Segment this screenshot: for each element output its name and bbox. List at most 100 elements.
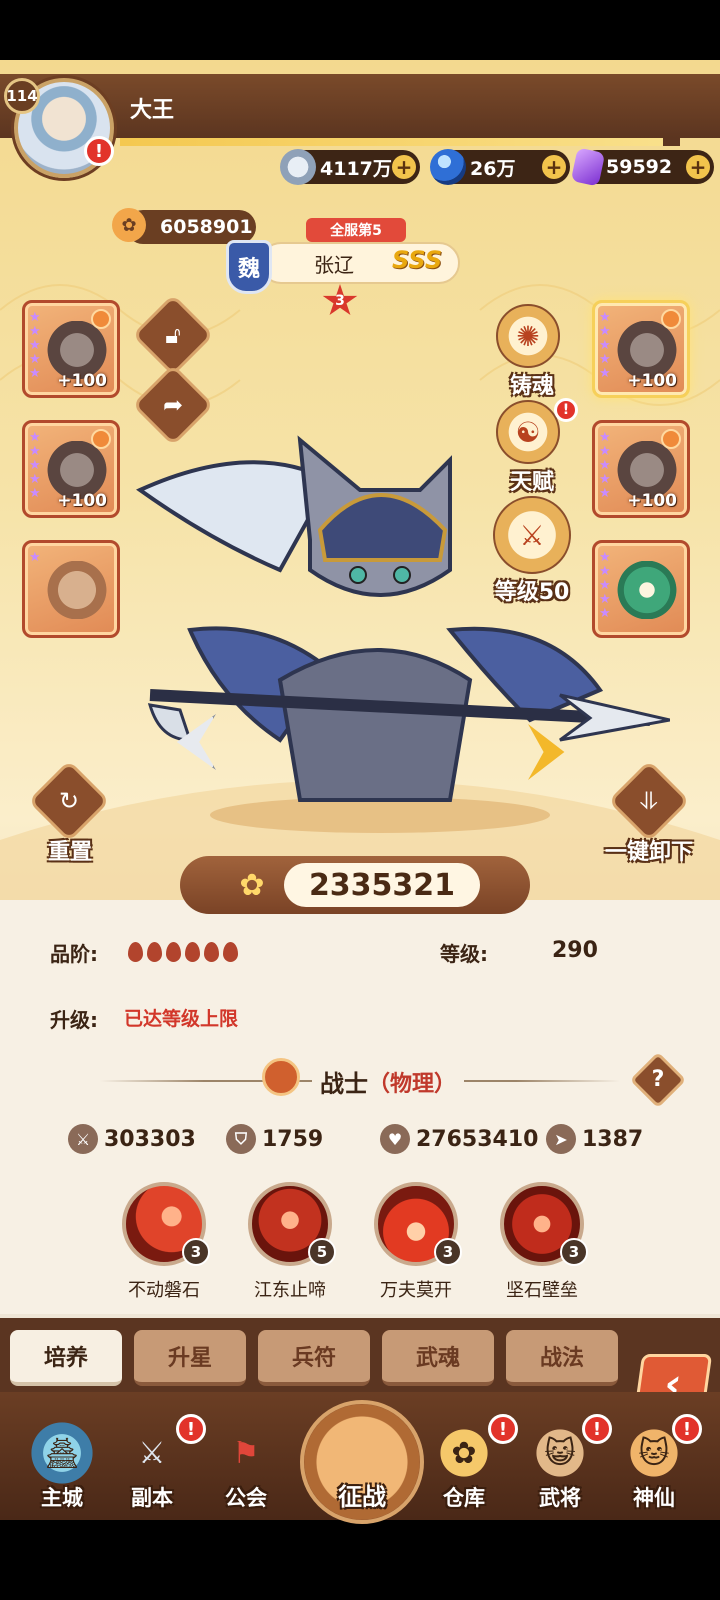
unequip-label: 一键卸下: [604, 840, 693, 865]
stat-attack: ⚔ 303303: [68, 1124, 196, 1154]
slot-stars: ★ ★ ★ ★ ★: [29, 310, 41, 381]
stat-hp: ♥ 27653410: [380, 1124, 538, 1154]
nav-label: 征战: [338, 1483, 386, 1511]
tab-cultivate[interactable]: 培养: [10, 1330, 122, 1386]
nav-campaign[interactable]: 征战: [300, 1400, 424, 1524]
slot-stars: ★ ★ ★ ★ ★: [599, 310, 611, 381]
skill-level: 3: [560, 1238, 588, 1266]
nav-label: 副本: [131, 1486, 173, 1510]
speed-value: 1387: [582, 1126, 644, 1152]
quality-label: 品阶:: [50, 942, 98, 966]
level-value: 290: [552, 938, 598, 963]
reset-button[interactable]: ↻ 重置: [27, 759, 112, 866]
equip-slot-right-1[interactable]: ★ ★ ★ ★ ★ +100: [592, 300, 690, 398]
skill-1[interactable]: 3: [122, 1182, 210, 1266]
add-coin-button[interactable]: +: [392, 155, 416, 179]
slot-badge-icon: [91, 429, 111, 449]
stat-defense: ⛉ 1759: [226, 1124, 323, 1154]
quality-pips: [128, 942, 238, 962]
slot-badge-icon: [661, 309, 681, 329]
reset-label: 重置: [47, 840, 92, 865]
tab-star-up[interactable]: 升星: [134, 1330, 246, 1386]
orb-icon: [430, 149, 466, 185]
hp-value: 27653410: [416, 1126, 539, 1152]
hero-grade: SSS: [392, 246, 443, 274]
paw-icon: ✿: [239, 867, 265, 903]
slot-stars: ★ ★ ★ ★ ★: [29, 430, 41, 501]
skill-1-name: 不动磐石: [128, 1280, 200, 1301]
crystal-value: 59592: [606, 156, 673, 178]
crystal-icon: [570, 147, 606, 187]
upgrade-label: 升级:: [50, 1008, 98, 1032]
level-label: 等级:: [440, 942, 488, 966]
warrior-class-icon: [262, 1058, 300, 1096]
flag-icon: ⚑: [232, 1435, 260, 1471]
attack-icon: ⚔: [68, 1124, 98, 1154]
equip-slot-left-1[interactable]: ★ ★ ★ ★ ★ +100: [22, 300, 120, 398]
unequip-icon: ⥥: [607, 759, 691, 843]
slot-stars: ★: [29, 550, 41, 565]
slot-badge-icon: [91, 309, 111, 329]
server-rank-tag: 全服第5: [306, 218, 406, 242]
stat-speed: ➤ 1387: [546, 1124, 643, 1154]
talent-alert-icon: !: [554, 398, 578, 422]
soul-cast-icon: ✺: [496, 304, 560, 368]
defense-value: 1759: [262, 1126, 324, 1152]
soul-cast-button[interactable]: ✺ 铸魂: [496, 304, 568, 400]
immortal-alert-icon: !: [672, 1414, 702, 1444]
defense-icon: ⛉: [226, 1124, 256, 1154]
skill-3[interactable]: 3: [374, 1182, 462, 1266]
exp-bar-fill: [120, 138, 664, 146]
coin-value: 4117万: [320, 157, 392, 180]
nav-label: 主城: [41, 1486, 83, 1510]
tab-tactics[interactable]: 战法: [506, 1330, 618, 1386]
add-crystal-button[interactable]: +: [686, 155, 710, 179]
generals-alert-icon: !: [582, 1414, 612, 1444]
nav-label: 公会: [225, 1486, 267, 1510]
nav-label: 武将: [539, 1486, 581, 1510]
quality-pip-icon: [223, 942, 238, 962]
quality-pip-icon: [166, 942, 181, 962]
skill-level: 3: [182, 1238, 210, 1266]
equip-slot-left-3[interactable]: ★: [22, 540, 120, 638]
skill-level: 5: [308, 1238, 336, 1266]
add-orb-button[interactable]: +: [542, 155, 566, 179]
hero-info-panel: [0, 900, 720, 1314]
coin-icon: [280, 149, 316, 185]
hero-name: 张辽: [314, 252, 354, 277]
class-name: 战士: [320, 1070, 368, 1098]
hero-class: 战士 （物理）: [312, 1064, 465, 1099]
dungeon-alert-icon: !: [176, 1414, 206, 1444]
attack-value: 303303: [104, 1126, 196, 1152]
player-name: 大王: [130, 98, 175, 123]
skill-2[interactable]: 5: [248, 1182, 336, 1266]
tab-tally[interactable]: 兵符: [258, 1330, 370, 1386]
warehouse-alert-icon: !: [488, 1414, 518, 1444]
resource-orb: 26万 +: [430, 149, 570, 185]
equip-bonus: +100: [57, 491, 107, 511]
skill-4[interactable]: 3: [500, 1182, 588, 1266]
nav-guild[interactable]: ⚑ 公会: [206, 1420, 286, 1512]
combat-power-value: 2335321: [284, 863, 480, 907]
nav-main-city[interactable]: 🏯︎ 主城: [22, 1420, 102, 1512]
tab-war-soul[interactable]: 武魂: [382, 1330, 494, 1386]
avatar-alert-icon: !: [84, 136, 114, 166]
unequip-all-button[interactable]: ⥥ 一键卸下: [594, 759, 704, 866]
quality-pip-icon: [147, 942, 162, 962]
player-level-badge: 114: [4, 78, 40, 114]
resource-coin: 4117万 +: [280, 149, 420, 185]
soul-cast-label: 铸魂: [509, 374, 554, 399]
combat-power-banner: ✿ 2335321: [180, 856, 530, 914]
help-icon: ?: [651, 1067, 665, 1092]
equip-bonus: +100: [627, 371, 677, 391]
quality-pip-icon: [128, 942, 143, 962]
quality-pip-icon: [204, 942, 219, 962]
skill-2-name: 江东止啼: [254, 1280, 326, 1301]
equip-slot-left-2[interactable]: ★ ★ ★ ★ ★ +100: [22, 420, 120, 518]
castle-icon: 🏯︎: [29, 1420, 95, 1486]
lock-icon: 🔓︎: [165, 321, 181, 349]
resource-crystal: 59592 +: [570, 147, 714, 187]
quality-pip-icon: [185, 942, 200, 962]
equip-bonus: +100: [57, 371, 107, 391]
pet-item-icon: [47, 561, 107, 619]
